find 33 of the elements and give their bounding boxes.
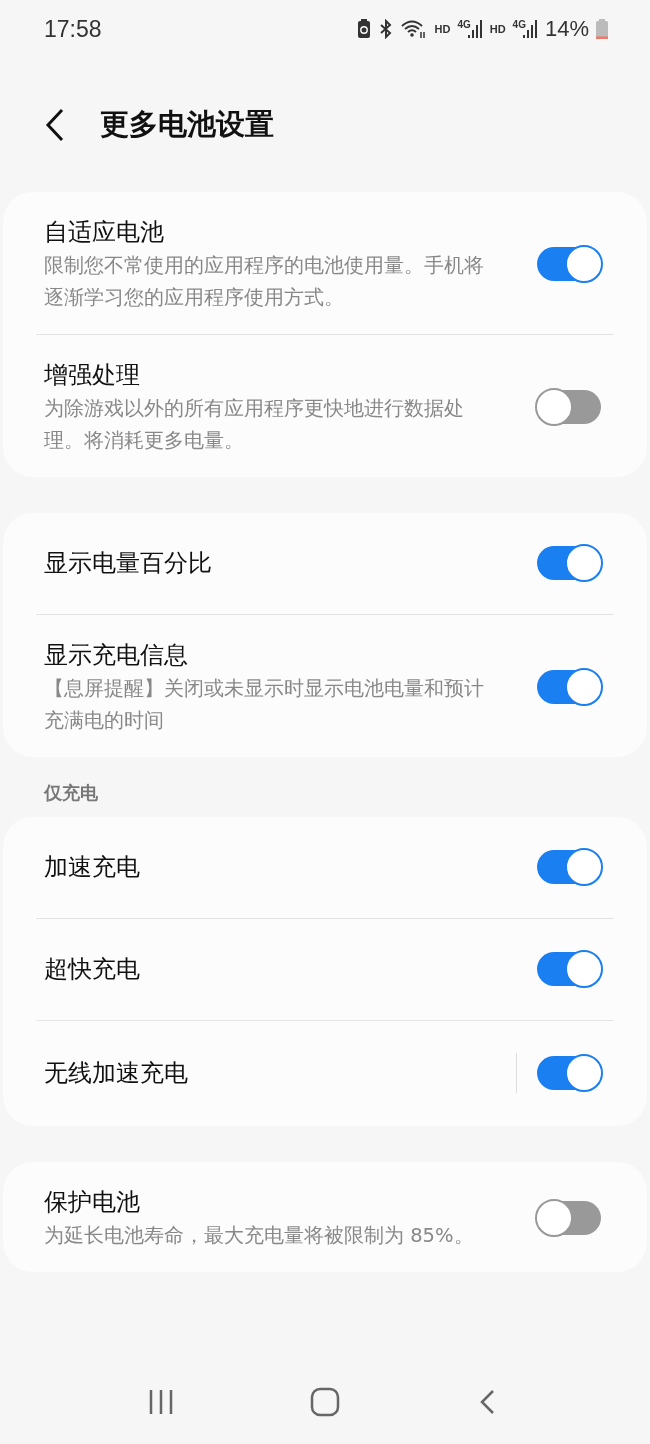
setting-title: 保护电池 [44, 1187, 141, 1218]
status-time: 17:58 [44, 15, 102, 43]
setting-title: 自适应电池 [44, 217, 165, 248]
setting-title: 加速充电 [44, 852, 141, 883]
wifi-icon [401, 19, 428, 39]
toggle-switch[interactable] [537, 670, 601, 704]
toggle-switch[interactable] [537, 1056, 601, 1090]
network-type-label: 4G [512, 19, 526, 30]
toggle-switch[interactable] [537, 952, 601, 986]
toggle-switch[interactable] [537, 1201, 601, 1235]
home-icon[interactable] [310, 1387, 340, 1417]
setting-description: 限制您不常使用的应用程序的电池使用量。手机将逐渐学习您的应用程序使用方式。 [44, 253, 485, 311]
page-title: 更多电池设置 [100, 106, 274, 143]
setting-title: 无线加速充电 [44, 1058, 189, 1089]
setting-description: 【息屏提醒】关闭或未显示时显示电池电量和预计充满电的时间 [44, 676, 485, 734]
toggle-switch[interactable] [537, 247, 601, 281]
network-type-label: 4G [457, 19, 471, 30]
setting-title: 超快充电 [44, 954, 141, 985]
setting-title: 增强处理 [44, 360, 141, 391]
back-button[interactable] [44, 107, 66, 143]
toggle-switch[interactable] [537, 546, 601, 580]
hd-indicator: HD [489, 23, 506, 35]
setting-title: 显示充电信息 [44, 640, 189, 671]
setting-description: 为除游戏以外的所有应用程序更快地进行数据处理。将消耗更多电量。 [44, 396, 465, 454]
toggle-switch[interactable] [537, 850, 601, 884]
setting-description: 为延长电池寿命，最大充电量将被限制为 85%。 [44, 1223, 475, 1249]
section-heading: 仅充电 [42, 781, 99, 805]
battery-icon [596, 19, 608, 39]
setting-title: 显示电量百分比 [44, 548, 213, 579]
toggle-switch[interactable] [537, 390, 601, 424]
battery-saver-icon [357, 19, 372, 39]
hd-indicator: HD [434, 23, 451, 35]
battery-percent: 14% [544, 16, 589, 42]
